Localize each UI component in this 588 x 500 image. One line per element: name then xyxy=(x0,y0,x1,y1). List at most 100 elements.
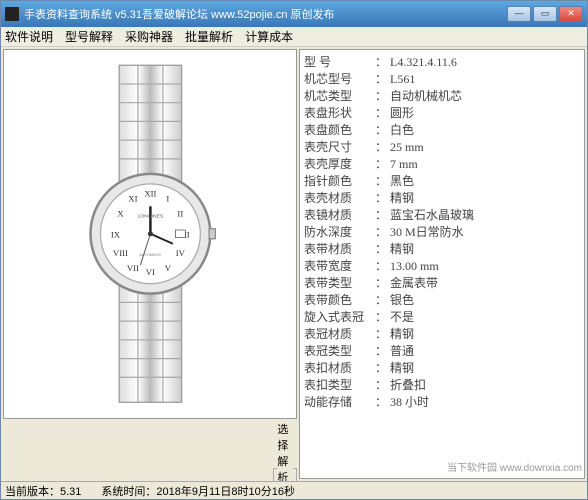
spec-label: 表盘颜色 xyxy=(304,122,372,139)
spec-label: 动能存储 xyxy=(304,394,372,411)
spec-label: 机芯型号 xyxy=(304,71,372,88)
svg-text:I: I xyxy=(166,193,169,203)
spec-value: 精钢 xyxy=(390,326,414,343)
spec-value: 7 mm xyxy=(390,156,418,173)
spec-row-19: 表扣类型：折叠扣 xyxy=(304,377,580,394)
spec-label: 表镜材质 xyxy=(304,207,372,224)
spec-value: 13.00 mm xyxy=(390,258,439,275)
parse-type-group: 选择解析类型 单个解析 多个对比 xyxy=(273,421,297,481)
titlebar[interactable]: 手表资料查询系统 v5.31吾爱破解论坛 www.52pojie.cn 原创发布… xyxy=(1,1,587,27)
menu-item-2[interactable]: 采购神器 xyxy=(125,28,173,45)
spec-row-18: 表扣材质：精钢 xyxy=(304,360,580,377)
spec-value: 精钢 xyxy=(390,190,414,207)
spec-row-17: 表冠类型：普通 xyxy=(304,343,580,360)
spec-label: 表带颜色 xyxy=(304,292,372,309)
menu-item-3[interactable]: 批量解析 xyxy=(185,28,233,45)
spec-value: L561 xyxy=(390,71,415,88)
minimize-button[interactable]: — xyxy=(507,6,531,22)
svg-text:IX: IX xyxy=(110,230,120,240)
spec-label: 表扣材质 xyxy=(304,360,372,377)
svg-text:AUTOMATIC: AUTOMATIC xyxy=(139,253,161,257)
spec-label: 表壳厚度 xyxy=(304,156,372,173)
spec-label: 表带类型 xyxy=(304,275,372,292)
spec-label: 表带材质 xyxy=(304,241,372,258)
spec-row-7: 指针颜色：黑色 xyxy=(304,173,580,190)
spec-label: 指针颜色 xyxy=(304,173,372,190)
spec-label: 防水深度 xyxy=(304,224,372,241)
spec-row-10: 防水深度：30 M日常防水 xyxy=(304,224,580,241)
watermark: 当下软件园 www.downxia.com xyxy=(447,459,582,474)
window-controls: — ▭ ✕ xyxy=(507,6,583,22)
spec-value: 普通 xyxy=(390,343,414,360)
spec-row-11: 表带材质：精钢 xyxy=(304,241,580,258)
svg-text:IV: IV xyxy=(175,248,185,258)
menu-item-1[interactable]: 型号解释 xyxy=(65,28,113,45)
spec-row-12: 表带宽度：13.00 mm xyxy=(304,258,580,275)
spec-value: 金属表带 xyxy=(390,275,438,292)
watch-image: XIIIIIVIIX IIIIVV VIIVIIIXXI LONGINES AU… xyxy=(3,49,297,419)
spec-row-16: 表冠材质：精钢 xyxy=(304,326,580,343)
spec-value: 25 mm xyxy=(390,139,424,156)
spec-row-4: 表盘颜色：白色 xyxy=(304,122,580,139)
parse-type-legend: 选择解析类型 xyxy=(277,421,293,481)
spec-label: 表扣类型 xyxy=(304,377,372,394)
status-version: 当前版本：5.31 xyxy=(5,483,81,499)
spec-row-5: 表壳尺寸：25 mm xyxy=(304,139,580,156)
spec-value: L4.321.4.11.6 xyxy=(390,54,457,71)
svg-text:VII: VII xyxy=(126,263,138,273)
svg-text:X: X xyxy=(117,208,124,218)
spec-value: 38 小时 xyxy=(390,394,429,411)
spec-value: 精钢 xyxy=(390,360,414,377)
statusbar: 当前版本：5.31 系统时间：2018年9月11日8时10分16秒 xyxy=(1,481,587,499)
svg-text:VI: VI xyxy=(145,267,154,277)
spec-value: 精钢 xyxy=(390,241,414,258)
spec-value: 蓝宝石水晶玻璃 xyxy=(390,207,474,224)
content-area: XIIIIIVIIX IIIIVV VIIVIIIXXI LONGINES AU… xyxy=(1,47,587,481)
spec-row-13: 表带类型：金属表带 xyxy=(304,275,580,292)
svg-text:II: II xyxy=(177,208,183,218)
menubar: 软件说明 型号解释 采购神器 批量解析 计算成本 xyxy=(1,27,587,47)
svg-text:V: V xyxy=(164,263,171,273)
svg-text:VIII: VIII xyxy=(113,248,128,258)
maximize-button[interactable]: ▭ xyxy=(533,6,557,22)
svg-text:LONGINES: LONGINES xyxy=(137,214,163,220)
model-row: 型号: 解析完毕 选择解析类型 单个解析 多个对比 xyxy=(3,421,297,481)
left-panel: XIIIIIVIIX IIIIVV VIIVIIIXXI LONGINES AU… xyxy=(1,47,299,481)
spec-value: 圆形 xyxy=(390,105,414,122)
spec-row-14: 表带颜色：银色 xyxy=(304,292,580,309)
spec-value: 不是 xyxy=(390,309,414,326)
spec-label: 旋入式表冠 xyxy=(304,309,372,326)
spec-row-8: 表壳材质：精钢 xyxy=(304,190,580,207)
close-button[interactable]: ✕ xyxy=(559,6,583,22)
spec-row-20: 动能存储：38 小时 xyxy=(304,394,580,411)
spec-value: 自动机械机芯 xyxy=(390,88,462,105)
spec-value: 折叠扣 xyxy=(390,377,426,394)
spec-label: 表冠材质 xyxy=(304,326,372,343)
watch-illustration: XIIIIIVIIX IIIIVV VIIVIIIXXI LONGINES AU… xyxy=(19,59,282,409)
spec-row-1: 机芯型号：L561 xyxy=(304,71,580,88)
spec-label: 型 号 xyxy=(304,54,372,71)
spec-row-6: 表壳厚度：7 mm xyxy=(304,156,580,173)
menu-item-0[interactable]: 软件说明 xyxy=(5,28,53,45)
spec-value: 黑色 xyxy=(390,173,414,190)
spec-row-2: 机芯类型：自动机械机芯 xyxy=(304,88,580,105)
spec-label: 表壳材质 xyxy=(304,190,372,207)
spec-value: 银色 xyxy=(390,292,414,309)
app-window: 手表资料查询系统 v5.31吾爱破解论坛 www.52pojie.cn 原创发布… xyxy=(0,0,588,500)
menu-item-4[interactable]: 计算成本 xyxy=(245,28,293,45)
svg-text:XI: XI xyxy=(128,193,137,203)
spec-row-3: 表盘形状：圆形 xyxy=(304,105,580,122)
spec-value: 白色 xyxy=(390,122,414,139)
spec-label: 表盘形状 xyxy=(304,105,372,122)
spec-value: 30 M日常防水 xyxy=(390,224,464,241)
spec-row-0: 型 号：L4.321.4.11.6 xyxy=(304,54,580,71)
spec-row-9: 表镜材质：蓝宝石水晶玻璃 xyxy=(304,207,580,224)
spec-label: 机芯类型 xyxy=(304,88,372,105)
spec-label: 表壳尺寸 xyxy=(304,139,372,156)
window-title: 手表资料查询系统 v5.31吾爱破解论坛 www.52pojie.cn 原创发布 xyxy=(24,6,507,22)
spec-label: 表冠类型 xyxy=(304,343,372,360)
svg-text:XII: XII xyxy=(144,189,156,199)
app-icon xyxy=(5,7,19,21)
spec-panel: 型 号：L4.321.4.11.6机芯型号：L561机芯类型：自动机械机芯表盘形… xyxy=(299,49,585,479)
status-systime: 系统时间：2018年9月11日8时10分16秒 xyxy=(101,483,295,499)
